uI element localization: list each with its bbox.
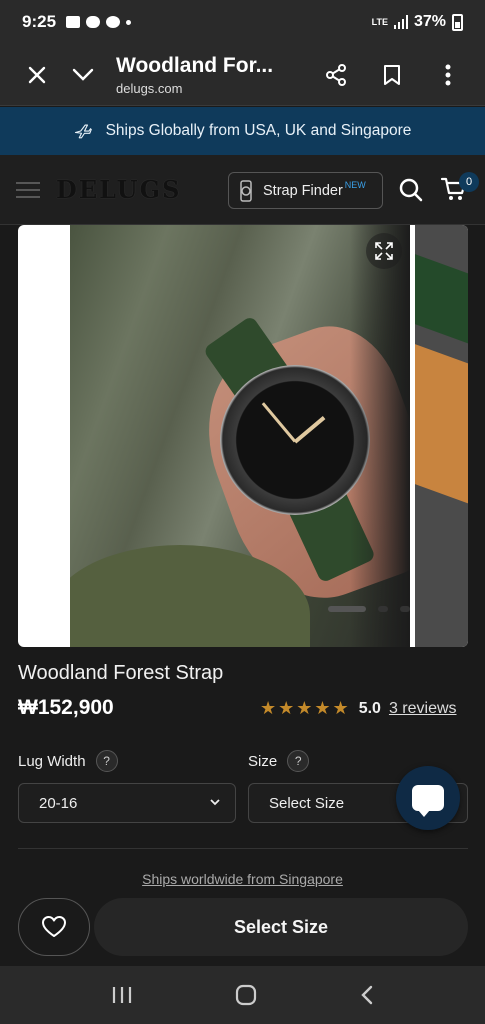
size-label-group: Size ? xyxy=(248,750,310,772)
product-rating: ★★★★★ 5.0 3 reviews xyxy=(260,698,457,719)
wishlist-button[interactable] xyxy=(18,898,90,956)
next-product-image[interactable] xyxy=(415,225,468,647)
select-size-button[interactable]: Select Size xyxy=(94,898,468,956)
announcement-text: Ships Globally from USA, UK and Singapor… xyxy=(105,122,412,139)
lug-width-help-icon[interactable]: ? xyxy=(95,750,118,772)
reviews-link[interactable]: 3 reviews xyxy=(389,700,457,718)
gallery-dot[interactable] xyxy=(378,606,388,612)
rating-score: 5.0 xyxy=(358,699,381,717)
menu-icon[interactable] xyxy=(16,181,40,198)
more-notifications-icon xyxy=(126,19,132,25)
announcement-bar: Ships Globally from USA, UK and Singapor… xyxy=(0,107,485,155)
shipping-note-link[interactable]: Ships worldwide from Singapore xyxy=(0,871,485,887)
system-nav-bar xyxy=(0,966,485,1024)
more-options-icon[interactable] xyxy=(425,52,471,98)
status-time: 9:25 xyxy=(22,12,57,31)
recent-apps-icon[interactable] xyxy=(111,985,133,1005)
lug-width-select[interactable]: 20-16 xyxy=(18,783,236,823)
chat-icon xyxy=(412,785,444,817)
product-gallery[interactable] xyxy=(18,225,468,647)
page-url: delugs.com xyxy=(116,80,183,96)
network-type: LTE xyxy=(371,17,388,27)
close-icon[interactable] xyxy=(14,52,60,98)
page-title: Woodland For... xyxy=(116,53,274,77)
divider xyxy=(18,848,468,849)
chevron-down-icon xyxy=(210,799,220,806)
gallery-notification-icon xyxy=(66,16,81,28)
lug-width-label-group: Lug Width ? xyxy=(18,750,118,772)
lug-width-label: Lug Width xyxy=(18,752,86,770)
size-label: Size xyxy=(248,752,278,770)
strap-finder-button[interactable]: Strap Finder NEW xyxy=(228,172,383,209)
expand-icon[interactable] xyxy=(366,233,402,269)
strap-finder-label: Strap Finder xyxy=(263,182,343,199)
talk-notification-icon xyxy=(106,16,121,28)
cart-count-badge: 0 xyxy=(459,172,479,192)
cloud-notification-icon xyxy=(86,16,101,28)
heart-icon xyxy=(42,916,66,937)
new-badge: NEW xyxy=(344,179,366,190)
lug-width-value: 20-16 xyxy=(39,794,78,812)
page-title-block[interactable]: Woodland For... delugs.com xyxy=(106,54,313,96)
site-header: DELUGS Strap Finder NEW xyxy=(0,155,485,225)
product-image[interactable] xyxy=(70,225,410,647)
chat-button[interactable] xyxy=(396,766,460,830)
status-bar: 9:25 LTE 37% xyxy=(0,0,485,44)
size-value: Select Size xyxy=(269,794,345,812)
size-help-icon[interactable]: ? xyxy=(287,750,310,772)
star-rating-icon: ★★★★★ xyxy=(260,698,351,718)
home-icon[interactable] xyxy=(234,983,258,1007)
search-icon[interactable] xyxy=(398,177,424,208)
product-price: ₩152,900 xyxy=(18,696,114,719)
gallery-dot-active[interactable] xyxy=(328,606,366,612)
site-logo[interactable]: DELUGS xyxy=(56,175,181,204)
product-name: Woodland Forest Strap xyxy=(18,662,224,684)
battery-level: 37% xyxy=(413,13,446,30)
gallery-dot[interactable] xyxy=(400,606,410,612)
bookmark-icon[interactable] xyxy=(369,52,415,98)
share-icon[interactable] xyxy=(313,52,359,98)
back-icon[interactable] xyxy=(359,984,375,1006)
browser-toolbar: Woodland For... delugs.com xyxy=(0,44,485,106)
battery-icon xyxy=(452,13,463,31)
signal-icon xyxy=(393,15,408,29)
strap-finder-icon xyxy=(240,179,252,202)
airplane-icon xyxy=(74,124,92,139)
gallery-pagination[interactable] xyxy=(328,606,410,612)
chevron-down-icon[interactable] xyxy=(60,52,106,98)
